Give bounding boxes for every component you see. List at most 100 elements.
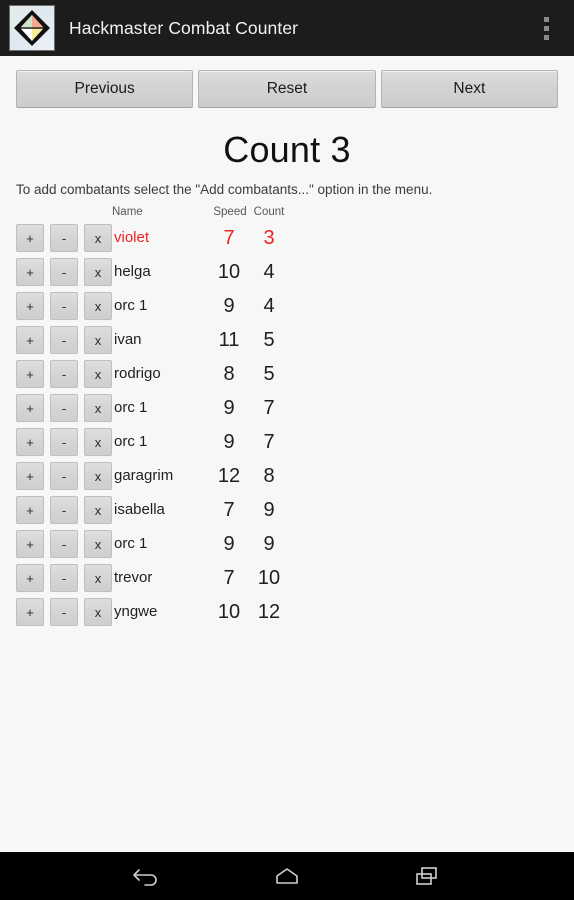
- combatant-name: orc 1: [114, 535, 148, 552]
- decrement-count-button[interactable]: -: [50, 598, 78, 626]
- remove-combatant-button[interactable]: x: [84, 360, 112, 388]
- combatant-speed: 9: [223, 533, 235, 555]
- decrement-count-button[interactable]: -: [50, 292, 78, 320]
- previous-button[interactable]: Previous: [16, 70, 194, 108]
- increment-count-button[interactable]: +: [16, 258, 44, 286]
- main-content: Count 3 To add combatants select the "Ad…: [0, 128, 574, 629]
- table-row: + - x orc 1 9 9: [0, 527, 574, 561]
- decrement-count-button[interactable]: -: [50, 428, 78, 456]
- table-header-row: Name Speed Count: [0, 205, 574, 221]
- increment-count-button[interactable]: +: [16, 428, 44, 456]
- remove-combatant-button[interactable]: x: [84, 224, 112, 252]
- table-row: + - x ivan 11 5: [0, 323, 574, 357]
- combatant-table: Name Speed Count + - x violet 7 3 + - x helga 10 4 +…: [0, 205, 574, 629]
- navigation-button-row: Previous Reset Next: [0, 56, 574, 108]
- next-button[interactable]: Next: [380, 70, 558, 108]
- increment-count-button[interactable]: +: [16, 326, 44, 354]
- combatant-count: 5: [263, 329, 275, 351]
- combatant-count: 5: [263, 363, 275, 385]
- table-row: + - x orc 1 9 7: [0, 425, 574, 459]
- decrement-count-button[interactable]: -: [50, 360, 78, 388]
- instructions-text: To add combatants select the "Add combat…: [16, 182, 433, 197]
- page-title: Count 3: [223, 129, 351, 170]
- app-title: Hackmaster Combat Counter: [69, 17, 299, 38]
- combatant-name: rodrigo: [114, 365, 161, 382]
- remove-combatant-button[interactable]: x: [84, 292, 112, 320]
- combatant-speed: 10: [217, 261, 241, 283]
- recent-apps-icon[interactable]: [400, 858, 454, 894]
- combatant-count: 9: [263, 499, 275, 521]
- increment-count-button[interactable]: +: [16, 564, 44, 592]
- remove-combatant-button[interactable]: x: [84, 598, 112, 626]
- increment-count-button[interactable]: +: [16, 360, 44, 388]
- decrement-count-button[interactable]: -: [50, 224, 78, 252]
- combatant-name: yngwe: [114, 603, 158, 620]
- decrement-count-button[interactable]: -: [50, 326, 78, 354]
- table-row: + - x violet 7 3: [0, 221, 574, 255]
- combatant-speed: 7: [223, 499, 235, 521]
- table-row: + - x garagrim 12 8: [0, 459, 574, 493]
- combatant-speed: 10: [217, 601, 241, 623]
- remove-combatant-button[interactable]: x: [84, 496, 112, 524]
- overflow-dot: [543, 34, 549, 40]
- column-header-name: Name: [112, 206, 143, 218]
- combatant-count: 10: [257, 567, 281, 589]
- table-row: + - x trevor 7 10: [0, 561, 574, 595]
- increment-count-button[interactable]: +: [16, 224, 44, 252]
- column-header-count: Count: [253, 206, 285, 218]
- combatant-speed: 7: [223, 567, 235, 589]
- column-header-speed: Speed: [213, 206, 247, 218]
- combatant-name: isabella: [114, 501, 165, 518]
- overflow-menu-icon[interactable]: [532, 10, 560, 46]
- table-row: + - x yngwe 10 12: [0, 595, 574, 629]
- remove-combatant-button[interactable]: x: [84, 428, 112, 456]
- combatant-name: garagrim: [114, 467, 174, 484]
- remove-combatant-button[interactable]: x: [84, 326, 112, 354]
- decrement-count-button[interactable]: -: [50, 394, 78, 422]
- combatant-count: 3: [263, 227, 275, 249]
- table-row: + - x rodrigo 8 5: [0, 357, 574, 391]
- remove-combatant-button[interactable]: x: [84, 530, 112, 558]
- remove-combatant-button[interactable]: x: [84, 564, 112, 592]
- decrement-count-button[interactable]: -: [50, 462, 78, 490]
- combatant-count: 4: [263, 295, 275, 317]
- back-icon[interactable]: [120, 858, 174, 894]
- combatant-speed: 9: [223, 397, 235, 419]
- combatant-rows: + - x violet 7 3 + - x helga 10 4 + - x orc 1 9 4 + - x ivan 1…: [0, 221, 574, 629]
- combatant-count: 7: [263, 431, 275, 453]
- increment-count-button[interactable]: +: [16, 462, 44, 490]
- combatant-count: 8: [263, 465, 275, 487]
- system-navigation-bar: [0, 852, 574, 900]
- table-row: + - x orc 1 9 4: [0, 289, 574, 323]
- combatant-name: orc 1: [114, 297, 148, 314]
- home-icon[interactable]: [260, 858, 314, 894]
- table-row: + - x helga 10 4: [0, 255, 574, 289]
- combatant-speed: 7: [223, 227, 235, 249]
- combatant-name: orc 1: [114, 433, 148, 450]
- increment-count-button[interactable]: +: [16, 292, 44, 320]
- combatant-count: 9: [263, 533, 275, 555]
- table-row: + - x orc 1 9 7: [0, 391, 574, 425]
- decrement-count-button[interactable]: -: [50, 564, 78, 592]
- combatant-count: 12: [257, 601, 281, 623]
- increment-count-button[interactable]: +: [16, 394, 44, 422]
- combatant-speed: 9: [223, 431, 235, 453]
- increment-count-button[interactable]: +: [16, 530, 44, 558]
- remove-combatant-button[interactable]: x: [84, 258, 112, 286]
- combatant-count: 4: [263, 261, 275, 283]
- combatant-speed: 12: [217, 465, 241, 487]
- overflow-dot: [543, 25, 549, 31]
- combatant-name: helga: [114, 263, 151, 280]
- increment-count-button[interactable]: +: [16, 496, 44, 524]
- combatant-speed: 11: [218, 329, 240, 351]
- reset-button[interactable]: Reset: [198, 70, 376, 108]
- increment-count-button[interactable]: +: [16, 598, 44, 626]
- combatant-name: trevor: [114, 569, 153, 586]
- remove-combatant-button[interactable]: x: [84, 462, 112, 490]
- remove-combatant-button[interactable]: x: [84, 394, 112, 422]
- decrement-count-button[interactable]: -: [50, 258, 78, 286]
- diamond-app-icon: [9, 5, 55, 51]
- combatant-speed: 8: [223, 363, 235, 385]
- decrement-count-button[interactable]: -: [50, 530, 78, 558]
- decrement-count-button[interactable]: -: [50, 496, 78, 524]
